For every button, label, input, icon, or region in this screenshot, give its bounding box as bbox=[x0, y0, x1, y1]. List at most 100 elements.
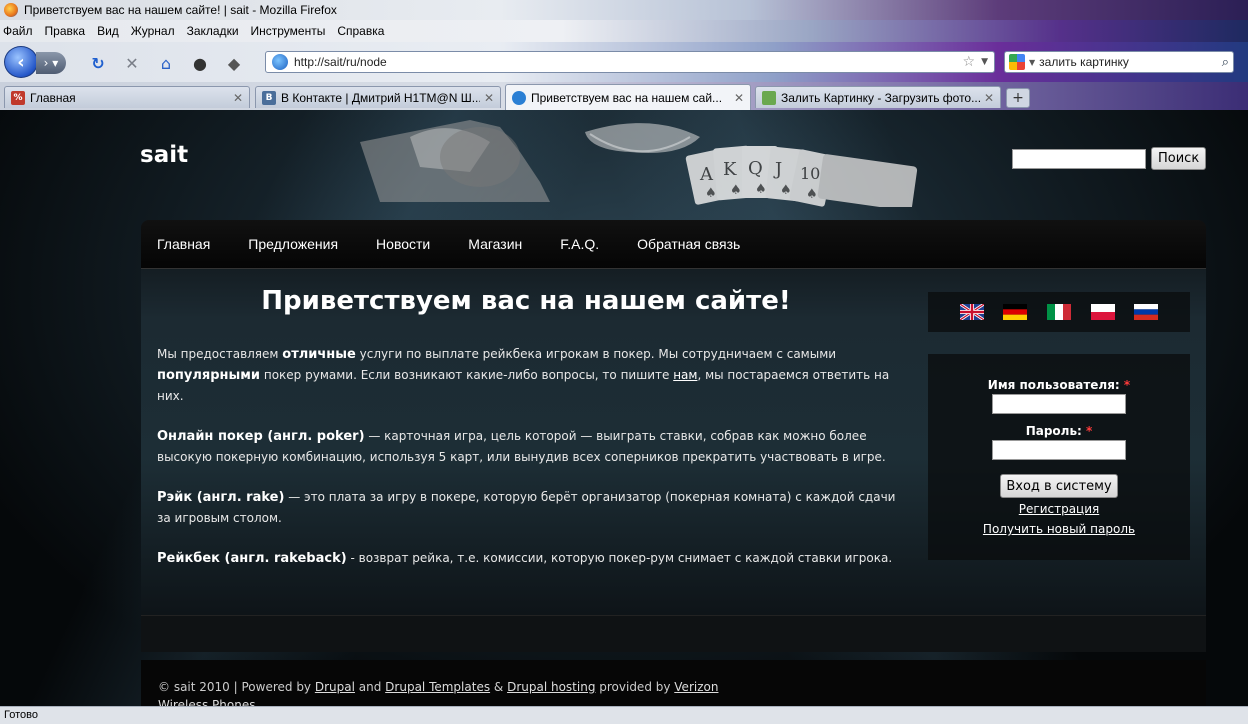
tab-bar: % Главная ✕ B В Контакте | Дмитрий H1TM@… bbox=[0, 82, 1248, 110]
drupal-templates-link[interactable]: Drupal Templates bbox=[385, 680, 490, 694]
addon-icon[interactable]: ◆ bbox=[223, 52, 245, 74]
stop-icon[interactable]: ✕ bbox=[121, 52, 143, 74]
web-page: sait A K Q J 10 ♠ ♠ ♠ ♠ ♠ Поиск Главная … bbox=[0, 110, 1248, 706]
svg-text:♠: ♠ bbox=[705, 186, 717, 201]
back-button[interactable]: ‹ bbox=[4, 46, 38, 78]
menu-bar: Файл Правка Вид Журнал Закладки Инструме… bbox=[0, 20, 1248, 42]
close-icon[interactable]: ✕ bbox=[734, 91, 744, 105]
bookmark-star-icon[interactable]: ☆ bbox=[963, 54, 976, 70]
home-icon[interactable]: ⌂ bbox=[155, 52, 177, 74]
window-titlebar: Приветствуем вас на нашем сайте! | sait … bbox=[0, 0, 1248, 20]
chat-icon[interactable]: ● bbox=[189, 52, 211, 74]
google-icon[interactable] bbox=[1009, 54, 1025, 70]
uk-flag-icon[interactable] bbox=[959, 304, 984, 320]
close-icon[interactable]: ✕ bbox=[484, 91, 494, 105]
password-field[interactable] bbox=[992, 440, 1126, 460]
wireless-phones-link[interactable]: Wireless Phones bbox=[158, 698, 255, 706]
footer-text: & bbox=[490, 680, 508, 694]
url-text[interactable]: http://sait/ru/node bbox=[294, 55, 963, 69]
tab-label: Приветствуем вас на нашем сай... bbox=[531, 90, 723, 105]
username-field[interactable] bbox=[992, 394, 1126, 414]
label-text: Пароль: bbox=[1025, 424, 1082, 438]
nav-link-feedback[interactable]: Обратная связь bbox=[637, 236, 740, 252]
text: услуги по выплате рейкбека игрокам в пок… bbox=[355, 347, 837, 361]
poland-flag-icon[interactable] bbox=[1090, 304, 1115, 320]
rake-paragraph: Рэйк (англ. rake) — это плата за игру в … bbox=[157, 487, 902, 528]
italy-flag-icon[interactable] bbox=[1046, 304, 1071, 320]
tab-current-site[interactable]: Приветствуем вас на нашем сай... ✕ bbox=[505, 84, 751, 110]
tab-zalit-kartinku[interactable]: Залить Картинку - Загрузить фото... ✕ bbox=[755, 86, 1001, 108]
new-tab-button[interactable]: + bbox=[1006, 88, 1030, 108]
site-search-button[interactable]: Поиск bbox=[1151, 147, 1207, 170]
menu-file[interactable]: Файл bbox=[3, 24, 33, 38]
svg-text:♠: ♠ bbox=[755, 182, 767, 197]
nav-link-faq[interactable]: F.A.Q. bbox=[560, 236, 599, 252]
label-text: Имя пользователя: bbox=[987, 378, 1120, 392]
navigation-toolbar: ‹ › ▾ ↻ ✕ ⌂ ● ◆ http://sait/ru/node ☆ ▼ … bbox=[0, 42, 1248, 82]
term-heading: Рэйк (англ. rake) bbox=[157, 490, 285, 505]
text: покер румами. Если возникают какие-либо … bbox=[260, 368, 674, 382]
svg-text:Q: Q bbox=[748, 158, 763, 179]
verizon-link[interactable]: Verizon bbox=[674, 680, 718, 694]
site-identity-icon[interactable] bbox=[272, 54, 288, 70]
language-switcher bbox=[928, 292, 1190, 332]
drupal-icon bbox=[512, 90, 526, 105]
tab-label: В Контакте | Дмитрий H1TM@N Ш... bbox=[281, 90, 480, 105]
required-marker: * bbox=[1086, 424, 1093, 438]
term-heading: Рейкбек (англ. rakeback) bbox=[157, 551, 347, 566]
reload-icon[interactable]: ↻ bbox=[87, 52, 109, 74]
search-icon[interactable]: ⌕ bbox=[1222, 55, 1229, 70]
site-search-form: Поиск bbox=[1012, 147, 1207, 170]
menu-history[interactable]: Журнал bbox=[131, 24, 175, 38]
article-body: Мы предоставляем отличные услуги по выпл… bbox=[157, 344, 902, 589]
new-password-link[interactable]: Получить новый пароль bbox=[928, 522, 1190, 536]
vk-icon: B bbox=[262, 90, 276, 105]
svg-text:J: J bbox=[773, 159, 782, 180]
nav-link-novosti[interactable]: Новости bbox=[376, 236, 430, 252]
password-label: Пароль: * bbox=[928, 424, 1190, 438]
definition-text: - возврат рейка, т.е. комиссии, которую … bbox=[346, 551, 893, 565]
url-dropdown-icon[interactable]: ▼ bbox=[981, 57, 988, 67]
menu-help[interactable]: Справка bbox=[337, 24, 384, 38]
page-headline: Приветствуем вас на нашем сайте! bbox=[261, 286, 791, 316]
site-search-input[interactable] bbox=[1012, 148, 1146, 169]
required-marker: * bbox=[1123, 378, 1131, 392]
tab-glavnaya[interactable]: % Главная ✕ bbox=[4, 86, 250, 108]
search-engine-dropdown-icon[interactable]: ▼ bbox=[1029, 58, 1035, 67]
tab-favicon: % bbox=[11, 90, 25, 105]
browser-search-bar[interactable]: ▼ залить картинку ⌕ bbox=[1004, 51, 1234, 73]
close-icon[interactable]: ✕ bbox=[233, 91, 243, 105]
browser-search-input[interactable]: залить картинку bbox=[1039, 55, 1222, 69]
main-content-box: Главная Предложения Новости Магазин F.A.… bbox=[141, 220, 1206, 615]
svg-text:♠: ♠ bbox=[806, 187, 818, 202]
menu-edit[interactable]: Правка bbox=[45, 24, 86, 38]
primary-menu: Главная Предложения Новости Магазин F.A.… bbox=[141, 220, 1206, 269]
term-heading: Онлайн покер (англ. poker) bbox=[157, 429, 365, 444]
menu-view[interactable]: Вид bbox=[97, 24, 119, 38]
nav-link-glavnaya[interactable]: Главная bbox=[157, 236, 210, 252]
text: Мы предоставляем bbox=[157, 347, 283, 361]
svg-text:K: K bbox=[723, 159, 737, 180]
tab-vkontakte[interactable]: B В Контакте | Дмитрий H1TM@N Ш... ✕ bbox=[255, 86, 501, 108]
intro-paragraph: Мы предоставляем отличные услуги по выпл… bbox=[157, 344, 902, 406]
menu-tools[interactable]: Инструменты bbox=[251, 24, 326, 38]
russia-flag-icon[interactable] bbox=[1134, 304, 1159, 320]
germany-flag-icon[interactable] bbox=[1003, 304, 1028, 320]
menu-bookmarks[interactable]: Закладки bbox=[187, 24, 239, 38]
forward-button[interactable]: › ▾ bbox=[36, 52, 66, 74]
svg-text:♠: ♠ bbox=[780, 183, 792, 198]
drupal-link[interactable]: Drupal bbox=[315, 680, 355, 694]
url-bar[interactable]: http://sait/ru/node ☆ ▼ bbox=[265, 51, 995, 73]
username-label: Имя пользователя: * bbox=[928, 378, 1190, 392]
register-link[interactable]: Регистрация bbox=[928, 502, 1190, 516]
site-footer: © sait 2010 | Powered by Drupal and Drup… bbox=[141, 660, 1206, 706]
footer-text: © sait 2010 | Powered by bbox=[158, 680, 315, 694]
drupal-hosting-link[interactable]: Drupal hosting bbox=[507, 680, 595, 694]
site-name[interactable]: sait bbox=[140, 142, 188, 168]
nav-link-predlozheniya[interactable]: Предложения bbox=[248, 236, 338, 252]
close-icon[interactable]: ✕ bbox=[984, 91, 994, 105]
tab-label: Главная bbox=[30, 90, 76, 105]
contact-link[interactable]: нам bbox=[673, 368, 697, 382]
nav-link-magazin[interactable]: Магазин bbox=[468, 236, 522, 252]
login-button[interactable]: Вход в систему bbox=[1000, 474, 1118, 498]
